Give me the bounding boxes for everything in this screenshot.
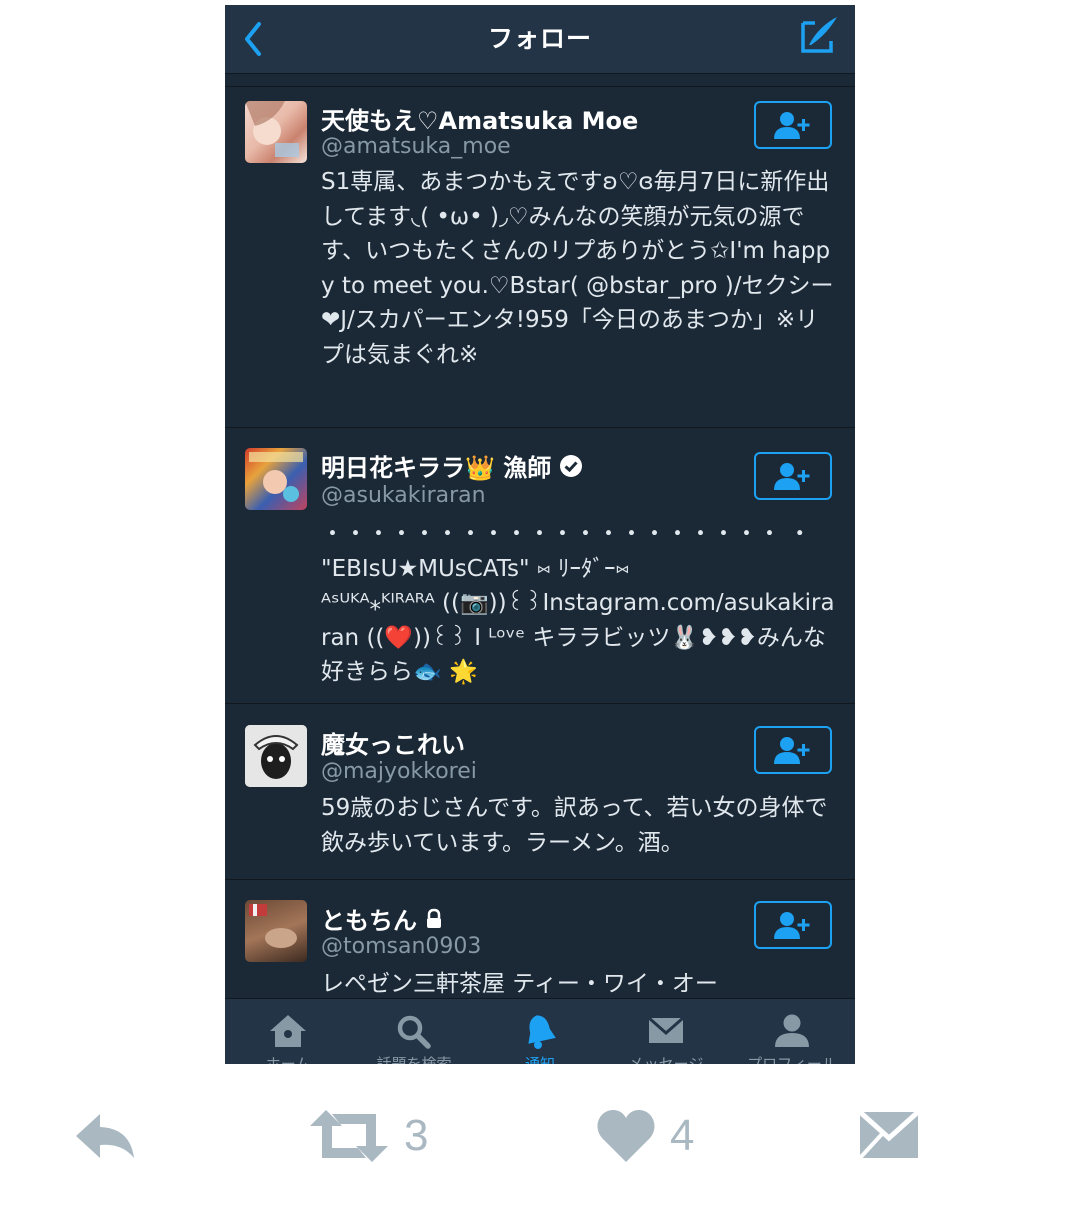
user-row[interactable]: 魔女っこれい @majyokkorei 59歳のおじさんです。訳あって、若い女の… bbox=[225, 704, 855, 880]
tab-messages[interactable]: メッセージ bbox=[603, 999, 729, 1064]
add-user-icon bbox=[774, 463, 810, 490]
user-row[interactable]: 明日花キララ👑 漁師 @asukakiraran ・・・・・・・・・・・・・・・… bbox=[225, 428, 855, 704]
user-name: 明日花キララ👑 漁師 bbox=[321, 448, 583, 483]
tab-search[interactable]: 話題を検索 bbox=[351, 999, 477, 1064]
user-handle: @asukakiraran bbox=[321, 483, 486, 508]
tab-home[interactable]: ホーム bbox=[225, 999, 351, 1064]
direct-message-button[interactable] bbox=[858, 1106, 920, 1166]
lock-icon bbox=[427, 908, 441, 928]
avatar[interactable] bbox=[245, 101, 307, 163]
compose-button[interactable] bbox=[795, 11, 845, 61]
user-bio: ・・・・・・・・・・・・・・・・・・・・ ・ "EBIsU★MUsCATs" ⑅… bbox=[321, 521, 835, 685]
heart-icon bbox=[597, 1110, 655, 1162]
tab-bar: ホーム 話題を検索 通知 メッセージ プロフィール bbox=[225, 998, 855, 1064]
tab-profile[interactable]: プロフィール bbox=[729, 999, 855, 1064]
tab-label: メッセージ bbox=[628, 1055, 704, 1064]
person-icon bbox=[775, 1014, 809, 1047]
user-row[interactable]: ともちん @tomsan0903 レペゼン三軒茶屋 ティー・ワイ・オー bbox=[225, 880, 855, 1010]
user-row[interactable]: 天使もえ♡Amatsuka Moe @amatsuka_moe S1専属、あまつ… bbox=[225, 87, 855, 428]
follow-button[interactable] bbox=[754, 101, 832, 149]
user-bio: レペゼン三軒茶屋 ティー・ワイ・オー bbox=[321, 971, 718, 997]
navigation-bar: フォロー bbox=[225, 5, 855, 74]
follow-button[interactable] bbox=[754, 452, 832, 500]
tab-label: 通知 bbox=[524, 1055, 555, 1064]
reply-icon bbox=[76, 1114, 134, 1158]
list-gap bbox=[225, 74, 855, 87]
user-name: ともちん bbox=[321, 901, 443, 936]
bell-icon bbox=[528, 1015, 556, 1049]
user-handle: @majyokkorei bbox=[321, 759, 477, 784]
tweet-actions-bar: 3 4 bbox=[0, 1064, 1080, 1209]
home-icon bbox=[270, 1015, 306, 1047]
retweet-icon bbox=[310, 1110, 388, 1162]
avatar[interactable] bbox=[245, 900, 307, 962]
avatar[interactable] bbox=[245, 725, 307, 787]
user-bio: S1専属、あまつかもえですʚ♡ɞ毎月7日に新作出してます◟( •ω• )◞♡みん… bbox=[321, 169, 834, 368]
retweet-count: 3 bbox=[404, 1111, 429, 1160]
follow-button[interactable] bbox=[754, 901, 832, 949]
avatar[interactable] bbox=[245, 448, 307, 510]
user-handle: @tomsan0903 bbox=[321, 934, 482, 959]
page-title: フォロー bbox=[487, 24, 592, 53]
user-name: 天使もえ♡Amatsuka Moe bbox=[321, 107, 639, 135]
envelope-icon bbox=[858, 1110, 920, 1160]
compose-icon bbox=[801, 17, 837, 53]
envelope-icon bbox=[648, 1016, 684, 1043]
like-count: 4 bbox=[670, 1111, 695, 1160]
tab-label: ホーム bbox=[265, 1055, 311, 1064]
tab-label: 話題を検索 bbox=[376, 1055, 452, 1064]
user-handle: @amatsuka_moe bbox=[321, 134, 511, 159]
add-user-icon bbox=[774, 112, 810, 139]
search-icon bbox=[397, 1015, 431, 1049]
user-name: 魔女っこれい bbox=[321, 731, 465, 759]
phone-screenshot: フォロー 天使もえ♡Amatsuka Moe @amatsuka_moe S1専… bbox=[225, 5, 855, 1064]
add-user-icon bbox=[774, 912, 810, 939]
add-user-icon bbox=[774, 737, 810, 764]
verified-badge-icon bbox=[560, 454, 583, 477]
retweet-button[interactable]: 3 bbox=[308, 1106, 428, 1166]
tab-notifications[interactable]: 通知 bbox=[477, 999, 603, 1064]
like-button[interactable]: 4 bbox=[596, 1106, 694, 1166]
tab-label: プロフィール bbox=[747, 1055, 837, 1064]
user-bio: 59歳のおじさんです。訳あって、若い女の身体で飲み歩いています。ラーメン。酒。 bbox=[321, 795, 828, 856]
follow-button[interactable] bbox=[754, 726, 832, 774]
reply-button[interactable] bbox=[72, 1106, 140, 1166]
